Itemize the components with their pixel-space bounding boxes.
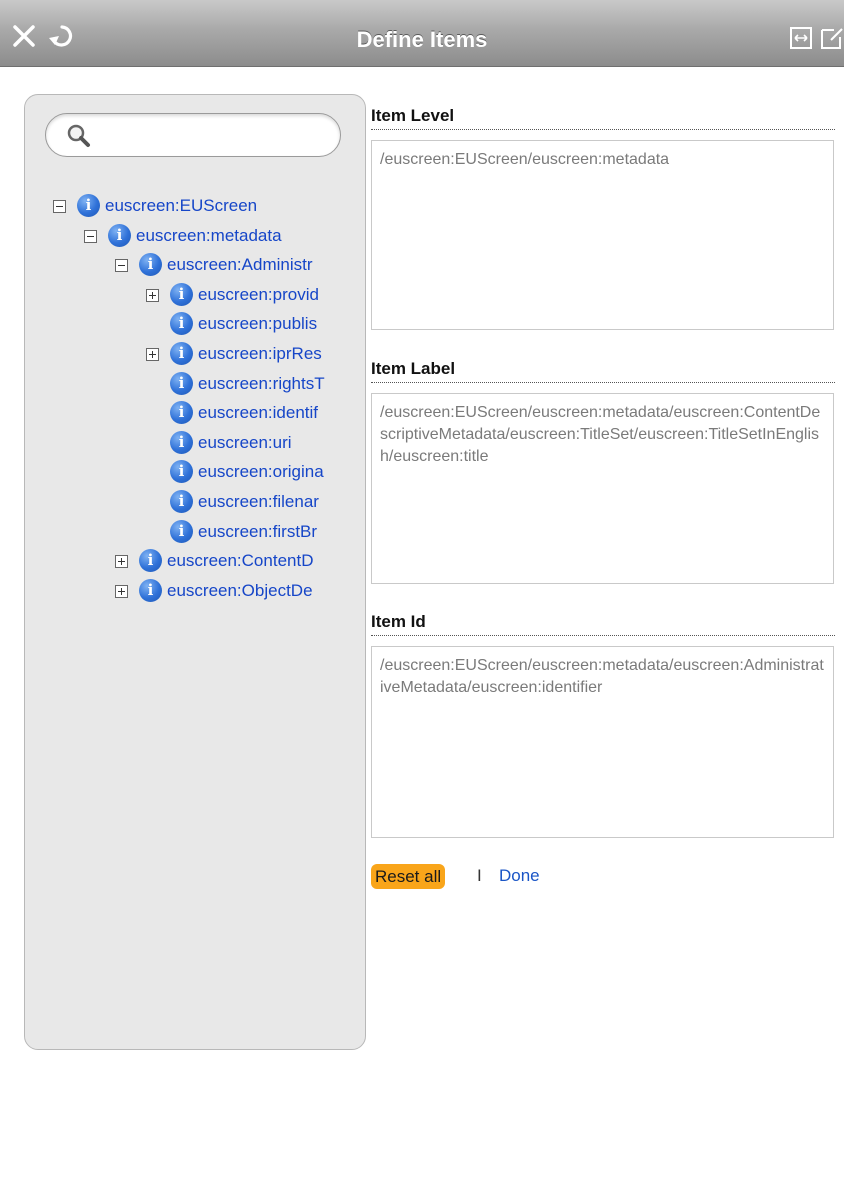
tree-node-label[interactable]: euscreen:publis bbox=[198, 313, 317, 335]
info-icon[interactable]: i bbox=[77, 194, 100, 217]
info-icon[interactable]: i bbox=[170, 342, 193, 365]
tree-node-label[interactable]: euscreen:Administr bbox=[167, 254, 313, 276]
tree-node[interactable]: i euscreen:EUScreen bbox=[53, 192, 365, 222]
tree-node[interactable]: i euscreen:ContentD bbox=[115, 547, 365, 577]
divider bbox=[371, 382, 835, 383]
info-icon[interactable]: i bbox=[108, 223, 131, 247]
tree-node-label[interactable]: euscreen:identif bbox=[198, 402, 318, 424]
info-icon[interactable]: i bbox=[139, 549, 162, 573]
info-icon[interactable]: i bbox=[170, 460, 193, 484]
tree-node-label[interactable]: euscreen:iprRes bbox=[198, 343, 322, 365]
item-level-heading: Item Level bbox=[371, 106, 455, 125]
tree-node-label[interactable]: euscreen:firstBr bbox=[198, 521, 317, 543]
collapse-toggle-icon[interactable] bbox=[115, 259, 128, 273]
tree-node[interactable]: i euscreen:firstBr bbox=[146, 518, 365, 548]
tree-node-label[interactable]: euscreen:metadata bbox=[136, 225, 282, 247]
item-id-field[interactable]: /euscreen:EUScreen/euscreen:metadata/eus… bbox=[371, 646, 834, 838]
tree-node[interactable]: i euscreen:identif bbox=[146, 399, 365, 429]
tree-node[interactable]: i euscreen:origina bbox=[146, 458, 365, 488]
expand-toggle-icon[interactable] bbox=[115, 584, 128, 598]
tree-node[interactable]: i euscreen:metadata bbox=[84, 222, 365, 252]
expand-toggle-icon[interactable] bbox=[146, 288, 159, 302]
tree-node[interactable]: i euscreen:provid bbox=[146, 281, 365, 311]
info-icon[interactable]: i bbox=[170, 312, 193, 336]
tree-node-label[interactable]: euscreen:origina bbox=[198, 461, 324, 483]
tree-node-label[interactable]: euscreen:ContentD bbox=[167, 550, 313, 572]
separator: I bbox=[477, 866, 482, 885]
info-icon[interactable]: i bbox=[139, 253, 162, 277]
tree-node[interactable]: i euscreen:rightsT bbox=[146, 370, 365, 400]
item-level-field[interactable]: /euscreen:EUScreen/euscreen:metadata bbox=[371, 140, 834, 330]
done-link[interactable]: Done bbox=[499, 866, 540, 886]
tree-node-label[interactable]: euscreen:EUScreen bbox=[105, 195, 257, 217]
expand-icon[interactable] bbox=[790, 27, 812, 49]
info-icon[interactable]: i bbox=[170, 519, 193, 543]
title-bar: Define Items bbox=[0, 0, 844, 67]
expand-toggle-icon[interactable] bbox=[146, 348, 159, 361]
window-title: Define Items bbox=[356, 27, 488, 52]
tree-node[interactable]: i euscreen:Administr bbox=[115, 251, 365, 281]
tree-node[interactable]: i euscreen:iprRes bbox=[146, 340, 365, 370]
info-icon[interactable]: i bbox=[139, 578, 162, 602]
tree-node[interactable]: i euscreen:ObjectDe bbox=[115, 577, 365, 607]
collapse-toggle-icon[interactable] bbox=[84, 229, 97, 243]
divider bbox=[371, 129, 835, 130]
item-label-field[interactable]: /euscreen:EUScreen/euscreen:metadata/eus… bbox=[371, 393, 834, 584]
info-icon[interactable]: i bbox=[170, 282, 193, 306]
tree-node-label[interactable]: euscreen:provid bbox=[198, 284, 319, 306]
info-icon[interactable]: i bbox=[170, 430, 193, 454]
expand-toggle-icon[interactable] bbox=[115, 555, 128, 569]
divider bbox=[371, 635, 835, 636]
item-label-heading: Item Label bbox=[371, 359, 456, 378]
info-icon[interactable]: i bbox=[170, 490, 193, 513]
tree-node-label[interactable]: euscreen:uri bbox=[198, 432, 292, 454]
tree-node-label[interactable]: euscreen:ObjectDe bbox=[167, 580, 313, 602]
tree-panel: i euscreen:EUScreen i euscreen:metadata i eus… bbox=[24, 94, 366, 1050]
tree-node[interactable]: i euscreen:filenar bbox=[146, 488, 365, 518]
tree-node-label[interactable]: euscreen:filenar bbox=[198, 491, 319, 513]
xml-tree: i euscreen:EUScreen i euscreen:metadata i eus… bbox=[25, 95, 365, 1049]
tree-node[interactable]: i euscreen:uri bbox=[146, 429, 365, 459]
tree-node-label[interactable]: euscreen:rightsT bbox=[198, 373, 325, 395]
collapse-toggle-icon[interactable] bbox=[53, 200, 66, 213]
tree-node[interactable]: i euscreen:publis bbox=[146, 310, 365, 340]
popout-icon[interactable] bbox=[820, 27, 844, 49]
reset-all-button[interactable]: Reset all bbox=[371, 864, 446, 889]
info-icon[interactable]: i bbox=[170, 401, 193, 425]
item-id-heading: Item Id bbox=[371, 612, 426, 631]
info-icon[interactable]: i bbox=[170, 371, 193, 395]
